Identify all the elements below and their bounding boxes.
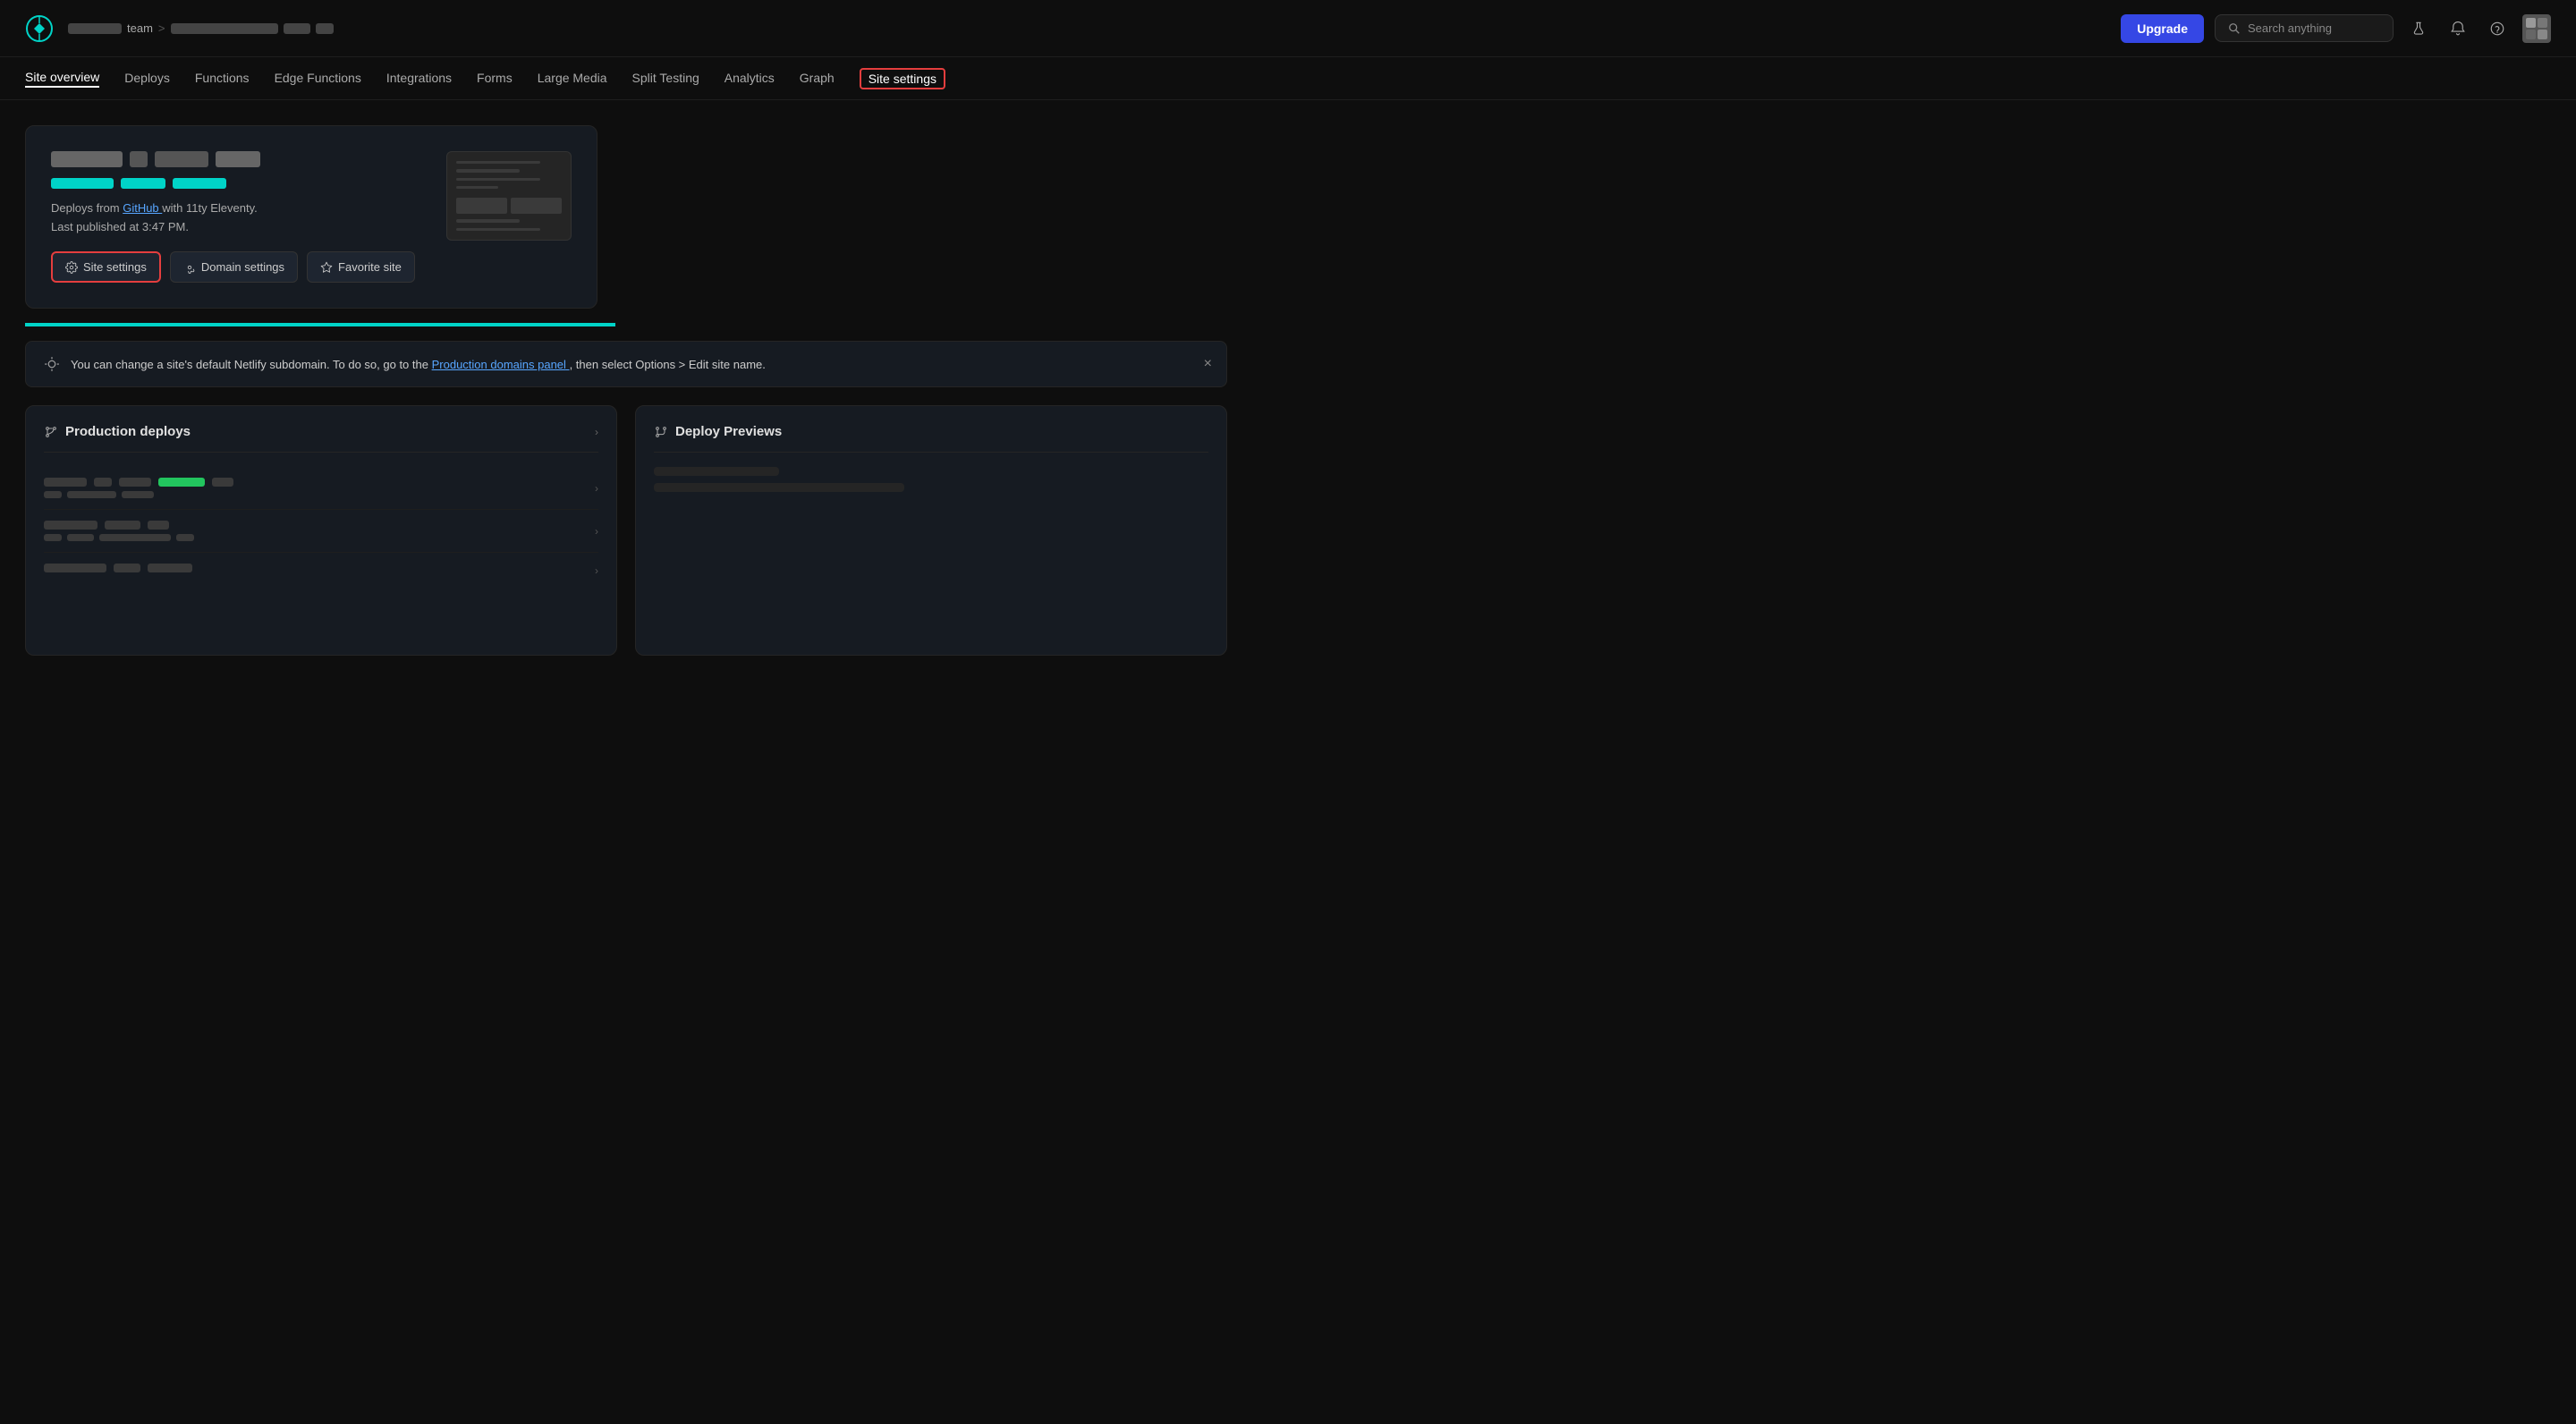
deploy-chevron: ›	[595, 525, 598, 538]
nav-large-media[interactable]: Large Media	[538, 71, 607, 87]
flask-icon	[2411, 21, 2427, 37]
nav-deploys[interactable]: Deploys	[124, 71, 170, 87]
nav-edge-functions[interactable]: Edge Functions	[275, 71, 361, 87]
progress-bar	[25, 323, 615, 326]
deploy-item[interactable]: ›	[44, 553, 598, 588]
breadcrumb-site-blur3	[316, 23, 334, 34]
deploy-item-content	[44, 521, 595, 541]
search-icon	[2228, 22, 2241, 35]
deploy-item[interactable]: ›	[44, 510, 598, 553]
main-content: Deploys from GitHub with 11ty Eleventy. …	[0, 100, 1252, 656]
favorite-site-button[interactable]: Favorite site	[307, 251, 415, 283]
production-deploys-card: Production deploys ›	[25, 405, 617, 656]
upgrade-button[interactable]: Upgrade	[2121, 14, 2204, 43]
bulb-icon	[44, 356, 60, 372]
info-banner-close[interactable]: ×	[1204, 356, 1212, 372]
info-banner: You can change a site's default Netlify …	[25, 341, 1227, 387]
bell-button[interactable]	[2444, 14, 2472, 43]
bell-icon	[2450, 21, 2466, 37]
help-button[interactable]	[2483, 14, 2512, 43]
deploy-previews-loading	[654, 467, 1208, 492]
logo-area	[25, 14, 54, 43]
production-deploys-chevron[interactable]: ›	[595, 426, 598, 438]
domain-settings-button[interactable]: Domain settings	[170, 251, 298, 283]
star-icon	[320, 261, 333, 274]
netlify-logo	[25, 14, 54, 43]
nav-site-settings[interactable]: Site settings	[860, 68, 945, 89]
sub-nav: Site overview Deploys Functions Edge Fun…	[0, 57, 2576, 100]
site-actions: Site settings Domain settings Favor	[51, 251, 446, 283]
breadcrumb-team-blur	[68, 23, 122, 34]
breadcrumb-site-blur2	[284, 23, 310, 34]
nav-integrations[interactable]: Integrations	[386, 71, 452, 87]
search-box[interactable]: Search anything	[2215, 14, 2394, 42]
search-placeholder: Search anything	[2248, 21, 2332, 35]
gear-icon	[65, 261, 78, 274]
site-publish: Last published at 3:47 PM.	[51, 220, 446, 233]
flask-button[interactable]	[2404, 14, 2433, 43]
nav-graph[interactable]: Graph	[800, 71, 835, 87]
deploy-previews-header: Deploy Previews	[654, 424, 1208, 453]
production-deploys-header: Production deploys ›	[44, 424, 598, 453]
nav-site-overview[interactable]: Site overview	[25, 70, 99, 88]
top-bar-right: Upgrade Search anything	[2121, 14, 2551, 43]
info-banner-text: You can change a site's default Netlify …	[71, 358, 1208, 371]
nav-functions[interactable]: Functions	[195, 71, 250, 87]
gear-icon-domain	[183, 261, 196, 274]
nav-analytics[interactable]: Analytics	[724, 71, 775, 87]
avatar[interactable]	[2522, 14, 2551, 43]
site-settings-button[interactable]: Site settings	[51, 251, 161, 283]
github-link[interactable]: GitHub	[123, 201, 162, 215]
site-preview-thumbnail	[446, 151, 572, 241]
deploy-chevron: ›	[595, 482, 598, 495]
breadcrumb-sep: >	[158, 21, 165, 35]
breadcrumb-team-label: team	[127, 21, 153, 35]
production-domains-link[interactable]: Production domains panel	[432, 358, 570, 371]
help-icon	[2489, 21, 2505, 37]
deploy-item[interactable]: ›	[44, 467, 598, 510]
nav-forms[interactable]: Forms	[477, 71, 513, 87]
deploy-previews-title: Deploy Previews	[654, 424, 782, 439]
site-title	[51, 151, 446, 167]
site-badges	[51, 178, 446, 189]
breadcrumb-site-blur	[171, 23, 278, 34]
site-card: Deploys from GitHub with 11ty Eleventy. …	[25, 125, 597, 309]
production-deploys-title: Production deploys	[44, 424, 191, 439]
top-bar: team > Upgrade Search anything	[0, 0, 2576, 57]
deploy-chevron: ›	[595, 564, 598, 577]
deploy-item-content	[44, 478, 595, 498]
deploy-previews-card: Deploy Previews	[635, 405, 1227, 656]
breadcrumb: team >	[68, 21, 334, 35]
site-meta: Deploys from GitHub with 11ty Eleventy.	[51, 201, 446, 215]
site-card-left: Deploys from GitHub with 11ty Eleventy. …	[51, 151, 446, 283]
deploy-item-content	[44, 564, 595, 577]
nav-split-testing[interactable]: Split Testing	[632, 71, 699, 87]
progress-bar-fill	[25, 323, 615, 326]
cards-row: Production deploys ›	[25, 405, 1227, 656]
git-branch-icon	[44, 425, 58, 439]
git-pull-request-icon	[654, 425, 668, 439]
